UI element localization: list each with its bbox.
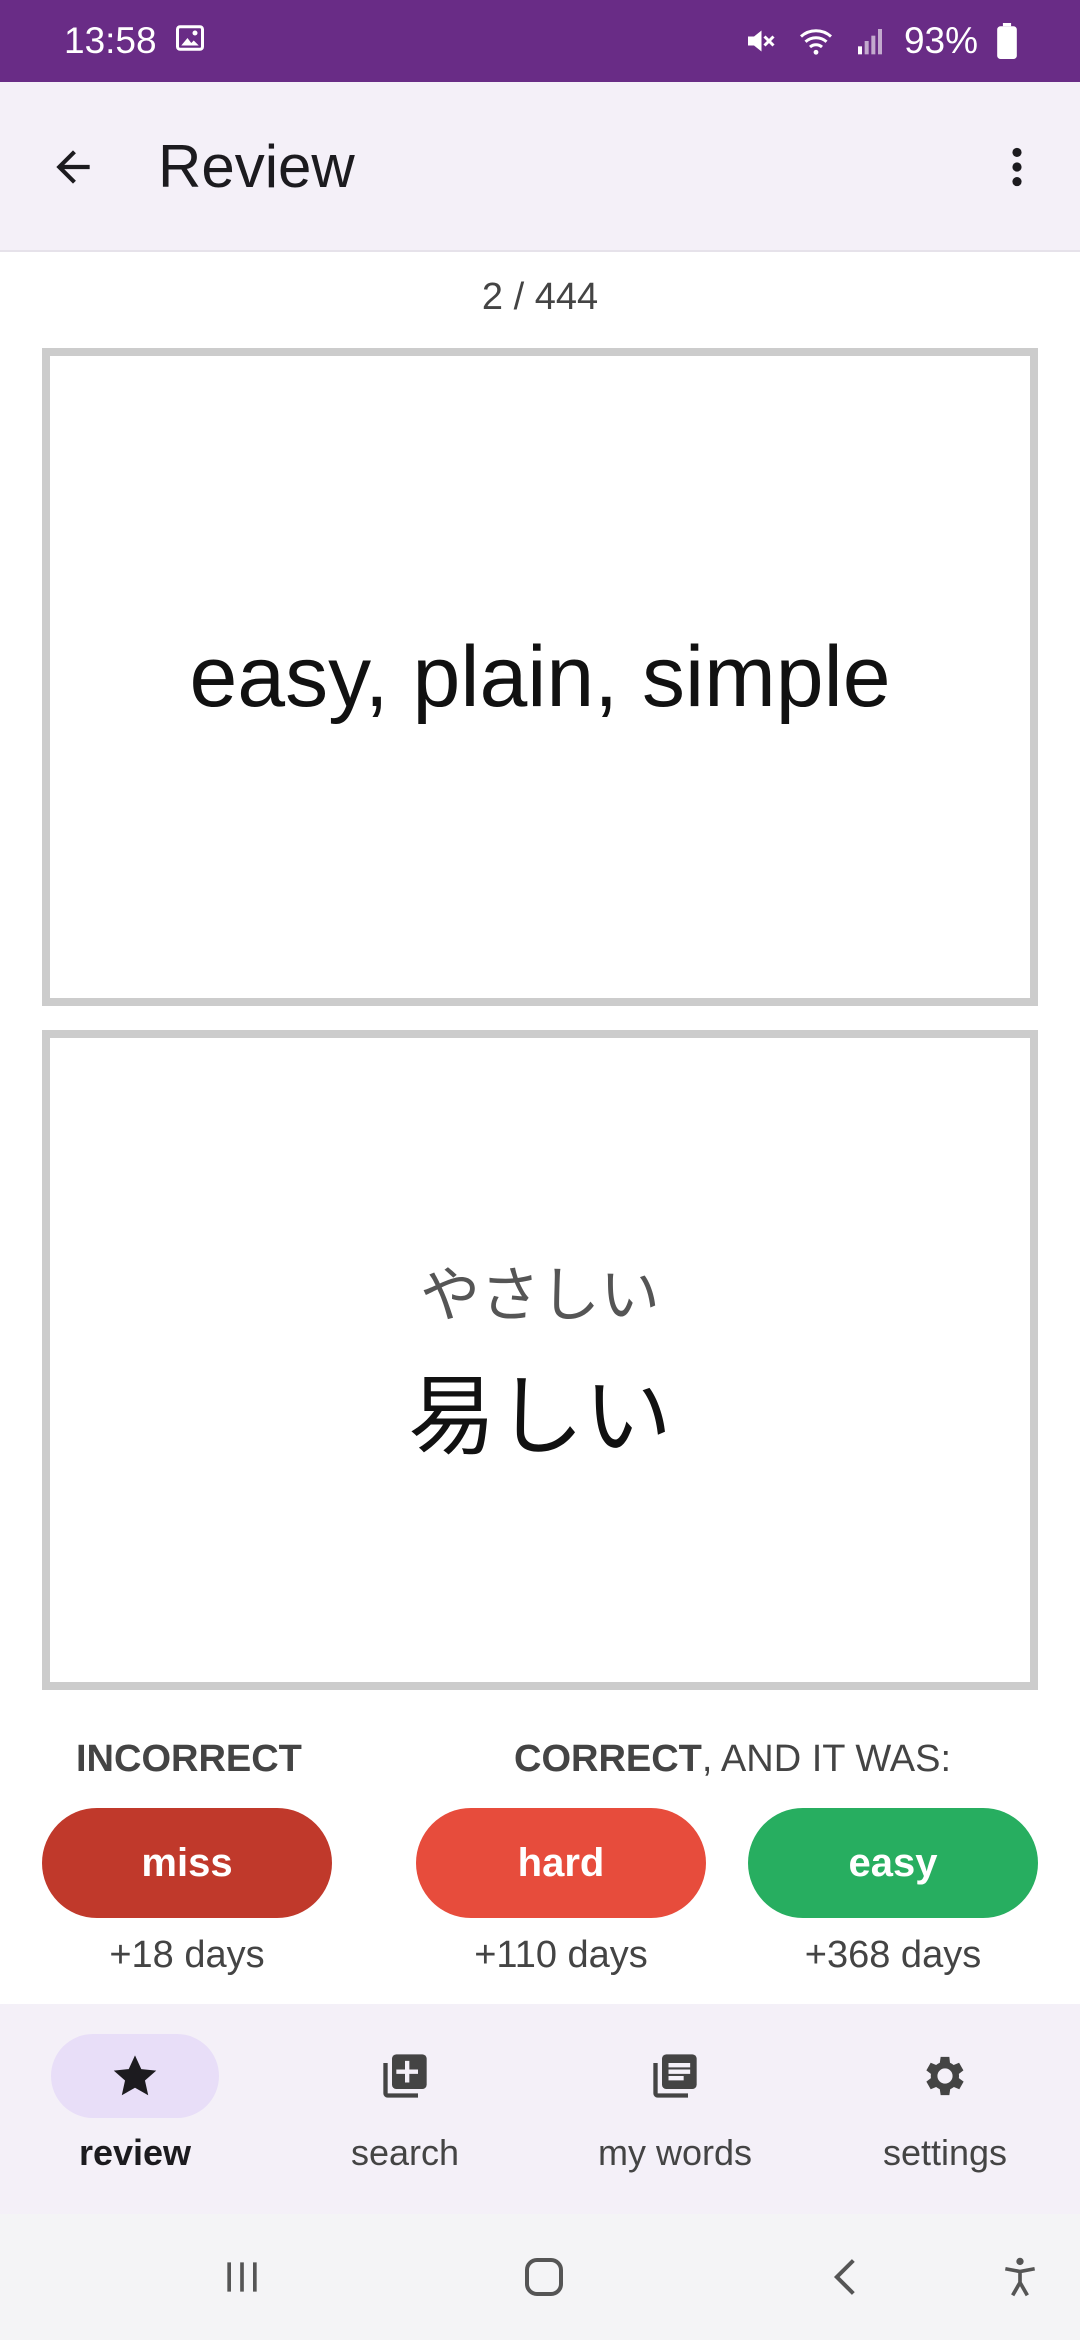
app-bar: Review [0,82,1080,252]
nav-item-review[interactable]: review [0,2034,270,2194]
arrow-back-icon [56,150,90,184]
nav-label-review: review [78,2132,192,2173]
accessibility-button[interactable] [990,2247,1050,2307]
more-vert-icon [1012,147,1022,187]
system-back-icon [833,2259,855,2295]
add-library-icon [383,2054,427,2098]
correct-label-rest: , AND IT WAS: [701,1738,952,1780]
accessibility-icon [1004,2257,1036,2297]
status-time: 13:58 [64,20,157,61]
home-button[interactable] [514,2247,574,2307]
easy-interval: +368 days [804,1934,982,1976]
nav-label-search: search [350,2132,460,2173]
review-progress: 2 / 444 [481,276,599,318]
battery-icon [996,23,1018,59]
flashcard-front[interactable]: easy, plain, simple [42,348,1038,1006]
incorrect-label: INCORRECT [76,1738,302,1780]
status-bar: 13:58 93% [0,0,1080,82]
more-options-button[interactable] [984,134,1050,200]
page-title: Review [158,133,355,200]
correct-label-bold: CORRECT [514,1738,702,1780]
hard-interval: +110 days [474,1934,648,1976]
hard-button[interactable]: hard [416,1808,706,1918]
star-icon [113,2055,157,2096]
answer-labels: INCORRECT CORRECT, AND IT WAS: [0,1738,1080,1788]
correct-label: CORRECT, AND IT WAS: [514,1738,951,1781]
gear-icon [926,2056,964,2096]
battery-percent: 93% [903,20,978,61]
system-navigation-bar [0,2214,1080,2340]
card-kanji: 易しい [407,1365,672,1468]
miss-interval: +18 days [109,1934,265,1976]
easy-button[interactable]: easy [748,1808,1038,1918]
nav-label-my-words: my words [597,2132,753,2173]
nav-item-my-words[interactable]: my words [540,2034,810,2194]
miss-button[interactable]: miss [42,1808,332,1918]
library-books-icon [653,2054,697,2098]
wifi-icon [796,23,836,59]
nav-label-settings: settings [882,2132,1008,2173]
card-reading: やさしい [420,1261,660,1331]
system-back-button[interactable] [816,2247,876,2307]
home-icon [525,2258,563,2296]
bottom-navigation: review search my words settings [0,2004,1080,2214]
nav-item-search[interactable]: search [270,2034,540,2194]
flashcard-back[interactable]: やさしい 易しい [42,1030,1038,1690]
mute-icon [742,23,778,59]
nav-active-indicator [51,2034,219,2118]
recents-button[interactable] [212,2247,272,2307]
nav-item-settings[interactable]: settings [810,2034,1080,2194]
image-icon [175,20,205,62]
signal-icon [854,25,886,57]
card-meaning: easy, plain, simple [189,628,891,725]
back-button[interactable] [40,134,106,200]
recents-icon [227,2262,257,2292]
